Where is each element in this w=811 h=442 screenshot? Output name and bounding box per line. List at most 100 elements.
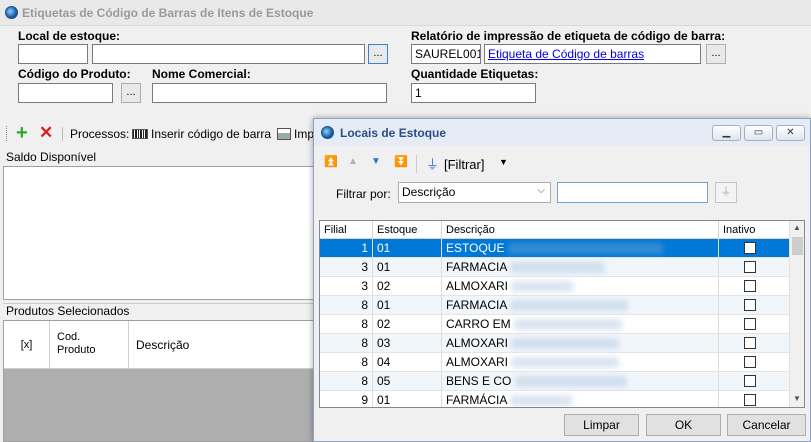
nome-comercial-input[interactable]: [152, 83, 387, 103]
col-estoque[interactable]: Estoque: [373, 221, 442, 239]
col-descricao[interactable]: Descrição: [442, 221, 719, 239]
cell-filial: 1: [320, 239, 373, 258]
close-button[interactable]: ✕: [776, 125, 805, 141]
relatorio-link[interactable]: Etiqueta de Código de barras: [488, 47, 644, 61]
col-cod-produto-header[interactable]: Cod. Produto: [51, 331, 127, 357]
codigo-produto-input[interactable]: [18, 83, 113, 103]
cell-estoque: 01: [373, 239, 442, 258]
filtrar-por-value: Descrição: [402, 185, 456, 199]
cell-inativo: [719, 391, 789, 407]
col-inativo[interactable]: Inativo: [719, 221, 789, 239]
previous-record-icon[interactable]: ▲: [348, 156, 358, 167]
cell-estoque: 01: [373, 258, 442, 277]
filtrar-dropdown-arrow-icon[interactable]: ▼: [499, 157, 508, 167]
next-record-icon[interactable]: ▼: [371, 156, 381, 167]
cell-descricao-text: ESTOQUE: [446, 241, 505, 255]
cell-inativo: [719, 277, 789, 296]
cell-estoque: 03: [373, 334, 442, 353]
relatorio-lookup-button[interactable]: ...: [706, 44, 726, 64]
cell-estoque: 01: [373, 391, 442, 407]
processos-label: Processos:: [70, 127, 130, 141]
cell-filial: 8: [320, 334, 373, 353]
app-icon: [5, 6, 18, 19]
dialog-title: Locais de Estoque: [340, 126, 447, 140]
table-row[interactable]: 8 03 ALMOXARI: [320, 334, 789, 353]
toolbar-separator: [62, 127, 63, 141]
codigo-produto-lookup-button[interactable]: ...: [121, 83, 141, 103]
inativo-checkbox[interactable]: [744, 337, 756, 349]
cell-descricao: FARMACIA: [442, 296, 719, 315]
cell-descricao: ALMOXARI: [442, 353, 719, 372]
last-record-icon[interactable]: ⏬: [394, 155, 408, 168]
dialog-app-icon: [321, 126, 334, 139]
table-row[interactable]: 9 01 FARMÁCIA: [320, 391, 789, 407]
chevron-down-icon: ⌵: [537, 185, 545, 196]
relatorio-name-field: Etiqueta de Código de barras: [484, 44, 701, 64]
cell-descricao-text: FARMACIA: [446, 298, 507, 312]
inativo-checkbox[interactable]: [744, 299, 756, 311]
scroll-down-icon[interactable]: ▼: [793, 394, 801, 403]
produtos-header: Produtos Selecionados: [3, 303, 315, 319]
inativo-checkbox[interactable]: [744, 356, 756, 368]
cell-inativo: [719, 258, 789, 277]
locais-estoque-dialog: Locais de Estoque ▁ ▭ ✕ ⏫ ▲ ▼ ⏬ ⏚ [Filtr…: [313, 118, 811, 442]
inativo-checkbox[interactable]: [744, 242, 756, 254]
filtrar-por-select[interactable]: Descrição ⌵: [398, 182, 551, 203]
table-row[interactable]: 3 02 ALMOXARI: [320, 277, 789, 296]
produtos-grid[interactable]: [x] Cod. Produto Descrição: [3, 320, 315, 442]
table-row[interactable]: 3 01 FARMACIA: [320, 258, 789, 277]
filter-icon[interactable]: ⏚: [426, 154, 439, 173]
local-estoque-code-input[interactable]: [18, 44, 88, 64]
cell-descricao-text: ALMOXARI: [446, 336, 509, 350]
inativo-checkbox[interactable]: [744, 318, 756, 330]
inativo-checkbox[interactable]: [744, 375, 756, 387]
filter-text-input[interactable]: [557, 182, 708, 203]
table-row[interactable]: 8 05 BENS E CO: [320, 372, 789, 391]
cell-descricao-text: ALMOXARI: [446, 279, 509, 293]
cell-inativo: [719, 296, 789, 315]
inativo-checkbox[interactable]: [744, 261, 756, 273]
cell-inativo: [719, 315, 789, 334]
imprimir-button[interactable]: Imp: [294, 127, 314, 141]
cell-descricao: CARRO EM: [442, 315, 719, 334]
quantidade-input[interactable]: 1: [411, 83, 536, 103]
delete-icon[interactable]: ✕: [39, 124, 53, 142]
relatorio-code-input[interactable]: SAUREL0019: [411, 44, 481, 64]
inserir-codigo-button[interactable]: Inserir código de barra: [151, 127, 271, 141]
cell-inativo: [719, 239, 789, 258]
cancelar-button[interactable]: Cancelar: [727, 414, 806, 436]
table-row[interactable]: 8 01 FARMACIA: [320, 296, 789, 315]
cell-inativo: [719, 334, 789, 353]
local-estoque-name-input[interactable]: [92, 44, 365, 64]
scroll-up-icon[interactable]: ▲: [793, 223, 801, 232]
table-row[interactable]: 1 01 ESTOQUE: [320, 239, 789, 258]
table-row[interactable]: 8 02 CARRO EM: [320, 315, 789, 334]
add-icon[interactable]: +: [16, 123, 28, 143]
inativo-checkbox[interactable]: [744, 394, 756, 406]
saldo-header: Saldo Disponível: [6, 150, 97, 164]
apply-filter-icon[interactable]: ⏚: [715, 182, 737, 203]
cell-estoque: 05: [373, 372, 442, 391]
cell-descricao: ALMOXARI: [442, 334, 719, 353]
cell-descricao-text: BENS E CO: [446, 374, 512, 388]
cell-descricao-text: FARMACIA: [446, 260, 507, 274]
col-check-header[interactable]: [x]: [4, 321, 50, 369]
local-estoque-lookup-button[interactable]: ...: [368, 44, 388, 64]
table-row[interactable]: 8 04 ALMOXARI: [320, 353, 789, 372]
scroll-thumb[interactable]: [792, 237, 803, 255]
cell-filial: 3: [320, 258, 373, 277]
filtrar-button[interactable]: [Filtrar]: [444, 157, 484, 172]
col-filial[interactable]: Filial: [320, 221, 373, 239]
first-record-icon[interactable]: ⏫: [324, 155, 338, 168]
table-scrollbar[interactable]: ▲ ▼: [789, 221, 804, 407]
minimize-button[interactable]: ▁: [712, 125, 741, 141]
ok-button[interactable]: OK: [646, 414, 721, 436]
cell-estoque: 01: [373, 296, 442, 315]
saldo-grid[interactable]: [3, 166, 315, 300]
cell-descricao-text: FARMÁCIA: [446, 393, 507, 407]
window-title: Etiquetas de Código de Barras de Itens d…: [22, 6, 314, 20]
col-descricao-header[interactable]: Descrição: [136, 338, 189, 352]
limpar-button[interactable]: Limpar: [564, 414, 639, 436]
maximize-button[interactable]: ▭: [744, 125, 773, 141]
inativo-checkbox[interactable]: [744, 280, 756, 292]
